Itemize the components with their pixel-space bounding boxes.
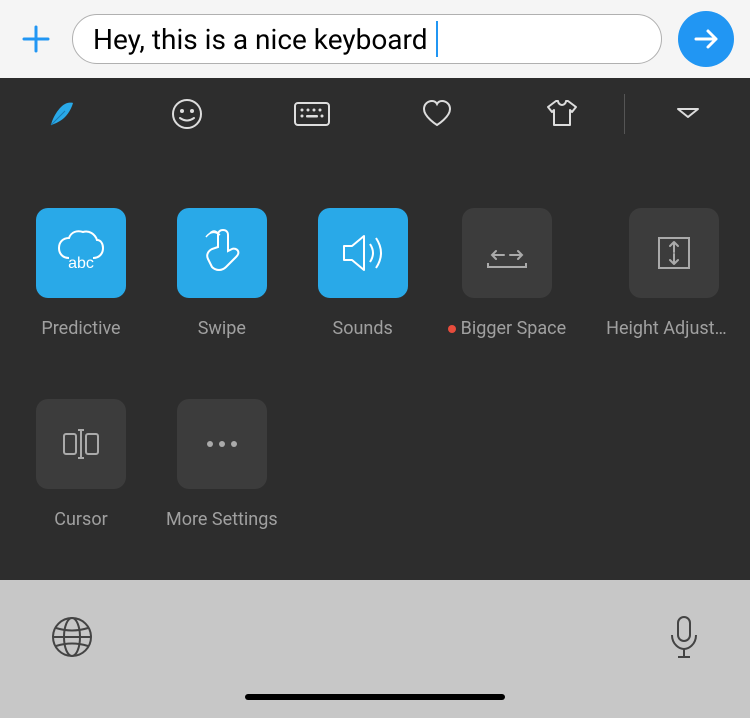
sounds-icon-box bbox=[318, 208, 408, 298]
setting-sounds[interactable]: Sounds bbox=[318, 208, 408, 339]
cursor-icon-box bbox=[36, 399, 126, 489]
shirt-icon bbox=[544, 97, 580, 131]
svg-text:abc: abc bbox=[68, 255, 94, 272]
predictive-icon-box: abc bbox=[36, 208, 126, 298]
bigger-space-icon-box bbox=[462, 208, 552, 298]
top-bar: Hey, this is a nice keyboard bbox=[0, 0, 750, 78]
input-text: Hey, this is a nice keyboard bbox=[93, 23, 428, 56]
cloud-abc-icon: abc bbox=[53, 228, 109, 278]
bottom-bar bbox=[0, 580, 750, 718]
plus-icon bbox=[20, 23, 52, 55]
tab-collapse[interactable] bbox=[625, 78, 750, 150]
smiley-icon bbox=[170, 97, 204, 131]
height-icon-box bbox=[629, 208, 719, 298]
tab-favorites[interactable] bbox=[374, 78, 499, 150]
tab-themes[interactable] bbox=[499, 78, 624, 150]
setting-label: Sounds bbox=[333, 318, 393, 339]
setting-height-adjustment[interactable]: Height Adjustme… bbox=[606, 208, 741, 339]
more-dots-icon bbox=[202, 439, 242, 449]
setting-label: Bigger Space bbox=[461, 318, 566, 339]
more-icon-box bbox=[177, 399, 267, 489]
notification-dot bbox=[448, 325, 456, 333]
settings-grid: abc Predictive Swipe Sounds bbox=[0, 150, 750, 580]
microphone-icon bbox=[668, 615, 700, 661]
send-button[interactable] bbox=[678, 11, 734, 67]
tab-feather[interactable] bbox=[0, 78, 125, 150]
globe-icon bbox=[50, 615, 94, 659]
setting-cursor[interactable]: Cursor bbox=[36, 399, 126, 530]
setting-swipe[interactable]: Swipe bbox=[166, 208, 278, 339]
heart-icon bbox=[420, 97, 454, 131]
plus-button[interactable] bbox=[16, 19, 56, 59]
mic-button[interactable] bbox=[668, 615, 700, 665]
setting-more[interactable]: More Settings bbox=[166, 399, 278, 530]
setting-label: Swipe bbox=[198, 318, 246, 339]
globe-button[interactable] bbox=[50, 615, 94, 663]
feather-icon bbox=[45, 97, 79, 131]
expand-horizontal-icon bbox=[482, 233, 532, 273]
send-icon bbox=[692, 25, 720, 53]
setting-label: Cursor bbox=[54, 509, 107, 530]
setting-bigger-space[interactable]: Bigger Space bbox=[448, 208, 566, 339]
setting-label: Predictive bbox=[41, 318, 120, 339]
chevron-down-icon bbox=[676, 107, 700, 121]
setting-label-row: Bigger Space bbox=[448, 318, 566, 339]
message-input[interactable]: Hey, this is a nice keyboard bbox=[72, 14, 662, 64]
setting-label: Height Adjustme… bbox=[606, 318, 741, 339]
keyboard-icon bbox=[293, 99, 331, 129]
swipe-icon-box bbox=[177, 208, 267, 298]
keyboard-tab-bar bbox=[0, 78, 750, 150]
cursor-icon bbox=[58, 424, 104, 464]
setting-predictive[interactable]: abc Predictive bbox=[36, 208, 126, 339]
tab-emoji[interactable] bbox=[125, 78, 250, 150]
setting-label: More Settings bbox=[166, 509, 278, 530]
home-indicator[interactable] bbox=[245, 694, 505, 700]
tab-keyboard[interactable] bbox=[250, 78, 375, 150]
expand-vertical-icon bbox=[651, 230, 697, 276]
text-cursor bbox=[436, 21, 438, 57]
speaker-icon bbox=[338, 230, 388, 276]
swipe-hand-icon bbox=[198, 227, 246, 279]
